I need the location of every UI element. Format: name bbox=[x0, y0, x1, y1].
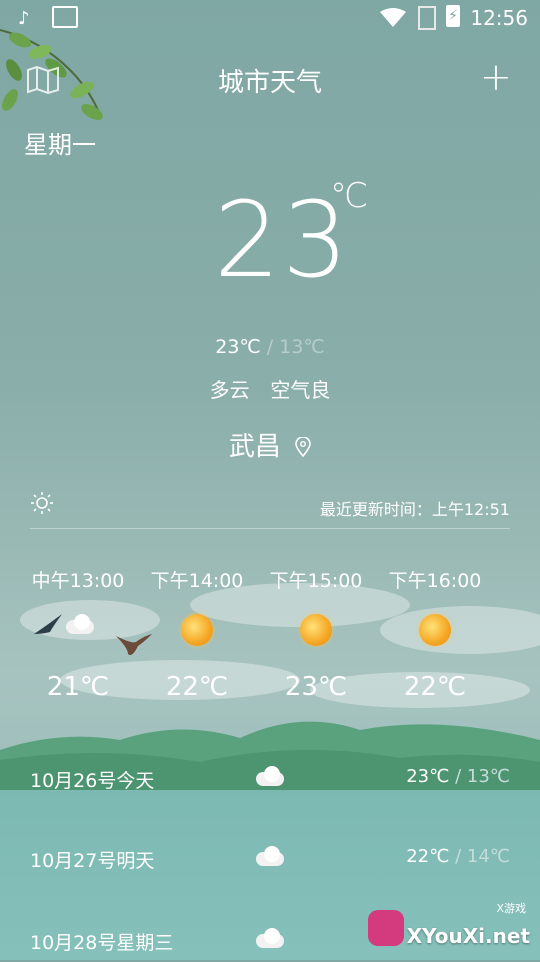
daily-row[interactable]: 10月27号明天 22℃ / 14℃ bbox=[0, 840, 540, 880]
hourly-temp: 22℃ bbox=[403, 672, 467, 702]
hourly-temp: 22℃ bbox=[165, 672, 229, 702]
hourly-temp: 21℃ bbox=[46, 672, 110, 702]
city-selector[interactable]: 武昌 bbox=[0, 426, 540, 463]
watermark-small: X游戏 bbox=[496, 902, 526, 915]
divider bbox=[30, 528, 510, 529]
add-city-button[interactable]: + bbox=[480, 58, 512, 96]
watermark-logo-icon bbox=[368, 910, 404, 946]
page-title: 城市天气 bbox=[217, 68, 322, 98]
cloud-icon bbox=[252, 928, 288, 950]
sun-icon bbox=[419, 614, 451, 646]
sun-outline-icon bbox=[30, 491, 54, 515]
hourly-time: 中午13:00 bbox=[31, 570, 125, 592]
bird-decoration bbox=[116, 634, 152, 655]
status-time: 12:56 bbox=[470, 6, 528, 30]
no-sim-icon bbox=[418, 6, 436, 30]
daily-date: 10月26号今天 bbox=[30, 770, 155, 792]
daily-high: 22℃ bbox=[406, 846, 450, 867]
high-temperature: 23℃ bbox=[215, 336, 261, 358]
hourly-temp: 23℃ bbox=[284, 672, 348, 702]
daily-separator: / bbox=[455, 766, 462, 787]
hourly-time: 下午14:00 bbox=[150, 570, 244, 592]
daily-row[interactable]: 10月26号今天 23℃ / 13℃ bbox=[0, 760, 540, 800]
air-quality: 空气良 bbox=[270, 378, 331, 402]
temperature-unit: ℃ bbox=[330, 176, 369, 216]
daily-high: 23℃ bbox=[406, 766, 450, 787]
hourly-forecast[interactable]: 中午13:00 21℃ 下午14:00 22℃ 下午15:00 23℃ 下午16… bbox=[0, 560, 540, 710]
daily-low: 14℃ bbox=[466, 846, 510, 867]
cloud-icon bbox=[252, 766, 288, 788]
weekday-label: 星期一 bbox=[24, 131, 96, 159]
low-temperature: 13℃ bbox=[279, 336, 325, 358]
daily-temps: 22℃ / 14℃ bbox=[406, 846, 510, 867]
daily-low: 13℃ bbox=[466, 766, 510, 787]
daily-separator: / bbox=[455, 846, 462, 867]
sun-icon bbox=[300, 614, 332, 646]
location-pin-icon bbox=[295, 437, 311, 457]
weather-condition: 多云 bbox=[209, 378, 250, 402]
watermark: XYouXi.net bbox=[406, 924, 530, 948]
cloud-icon bbox=[252, 846, 288, 868]
wifi-icon bbox=[380, 8, 406, 33]
battery-charging-icon: ⚡ bbox=[446, 5, 460, 27]
daily-date: 10月27号明天 bbox=[30, 850, 155, 872]
hourly-time: 下午15:00 bbox=[269, 570, 363, 592]
hilo-separator: / bbox=[266, 336, 274, 358]
high-low-temperature: 23℃ / 13℃ bbox=[0, 336, 540, 358]
cloud-icon bbox=[62, 614, 94, 646]
daily-date: 10月28号星期三 bbox=[30, 932, 174, 954]
condition-line: 多云 空气良 bbox=[0, 374, 540, 403]
last-updated: 最近更新时间：上午12:51 bbox=[319, 500, 510, 519]
city-name: 武昌 bbox=[228, 432, 281, 462]
daily-temps: 23℃ / 13℃ bbox=[406, 766, 510, 787]
bird-decoration bbox=[34, 614, 62, 634]
hourly-time: 下午16:00 bbox=[388, 570, 482, 592]
sun-icon bbox=[181, 614, 213, 646]
